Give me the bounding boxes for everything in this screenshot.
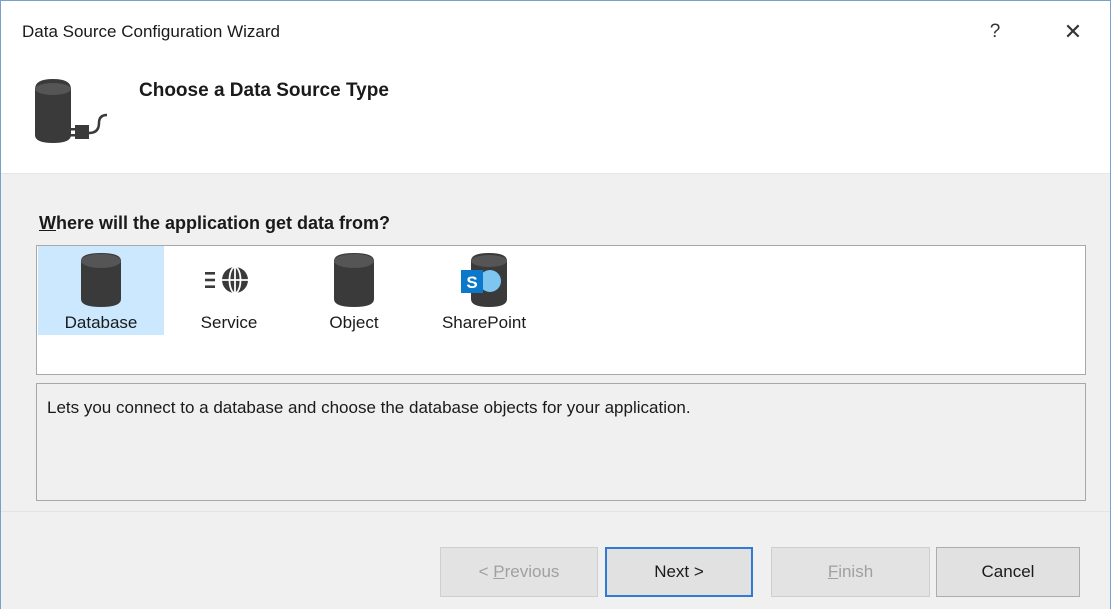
- object-icon: [334, 253, 374, 307]
- previous-prefix: <: [478, 562, 494, 581]
- source-item-database[interactable]: Database: [38, 246, 164, 335]
- source-label-sharepoint: SharePoint: [441, 313, 527, 332]
- title-bar: Data Source Configuration Wizard ? ✕: [1, 1, 1110, 63]
- wizard-header: Choose a Data Source Type: [1, 63, 1110, 173]
- cancel-button[interactable]: Cancel: [936, 547, 1080, 597]
- source-question-label: Where will the application get data from…: [39, 213, 390, 234]
- question-text: here will the application get data from?: [56, 213, 391, 233]
- source-item-object[interactable]: Object: [294, 246, 414, 335]
- previous-mnemonic: P: [493, 562, 505, 581]
- close-button[interactable]: ✕: [1053, 17, 1093, 47]
- previous-rest: revious: [504, 562, 560, 581]
- service-globe-icon: [205, 266, 248, 294]
- database-icon: [81, 253, 121, 307]
- database-connect-icon: [35, 79, 108, 143]
- question-mnemonic: W: [39, 213, 56, 233]
- source-item-service[interactable]: Service: [169, 246, 289, 335]
- wizard-window: Data Source Configuration Wizard ? ✕ Cho…: [0, 0, 1111, 609]
- description-box: Lets you connect to a database and choos…: [36, 383, 1086, 501]
- footer-separator: [1, 511, 1110, 512]
- source-label-service: Service: [200, 313, 258, 332]
- source-item-sharepoint[interactable]: S SharePoint: [419, 246, 549, 335]
- window-title: Data Source Configuration Wizard: [22, 22, 280, 41]
- wizard-content: Where will the application get data from…: [1, 173, 1110, 609]
- description-text: Lets you connect to a database and choos…: [47, 398, 691, 417]
- finish-button[interactable]: Finish: [771, 547, 930, 597]
- page-title: Choose a Data Source Type: [139, 80, 389, 101]
- finish-rest: inish: [838, 562, 874, 581]
- previous-button[interactable]: < Previous: [440, 547, 598, 597]
- source-label-object: Object: [329, 313, 379, 332]
- help-button[interactable]: ?: [975, 17, 1015, 47]
- source-label-database: Database: [64, 313, 138, 332]
- svg-text:S: S: [466, 273, 477, 292]
- finish-mnemonic: F: [827, 562, 839, 581]
- sharepoint-icon: S: [461, 253, 507, 307]
- next-button[interactable]: Next >: [605, 547, 753, 597]
- data-source-list[interactable]: Database Service Object S SharePoint: [36, 245, 1086, 375]
